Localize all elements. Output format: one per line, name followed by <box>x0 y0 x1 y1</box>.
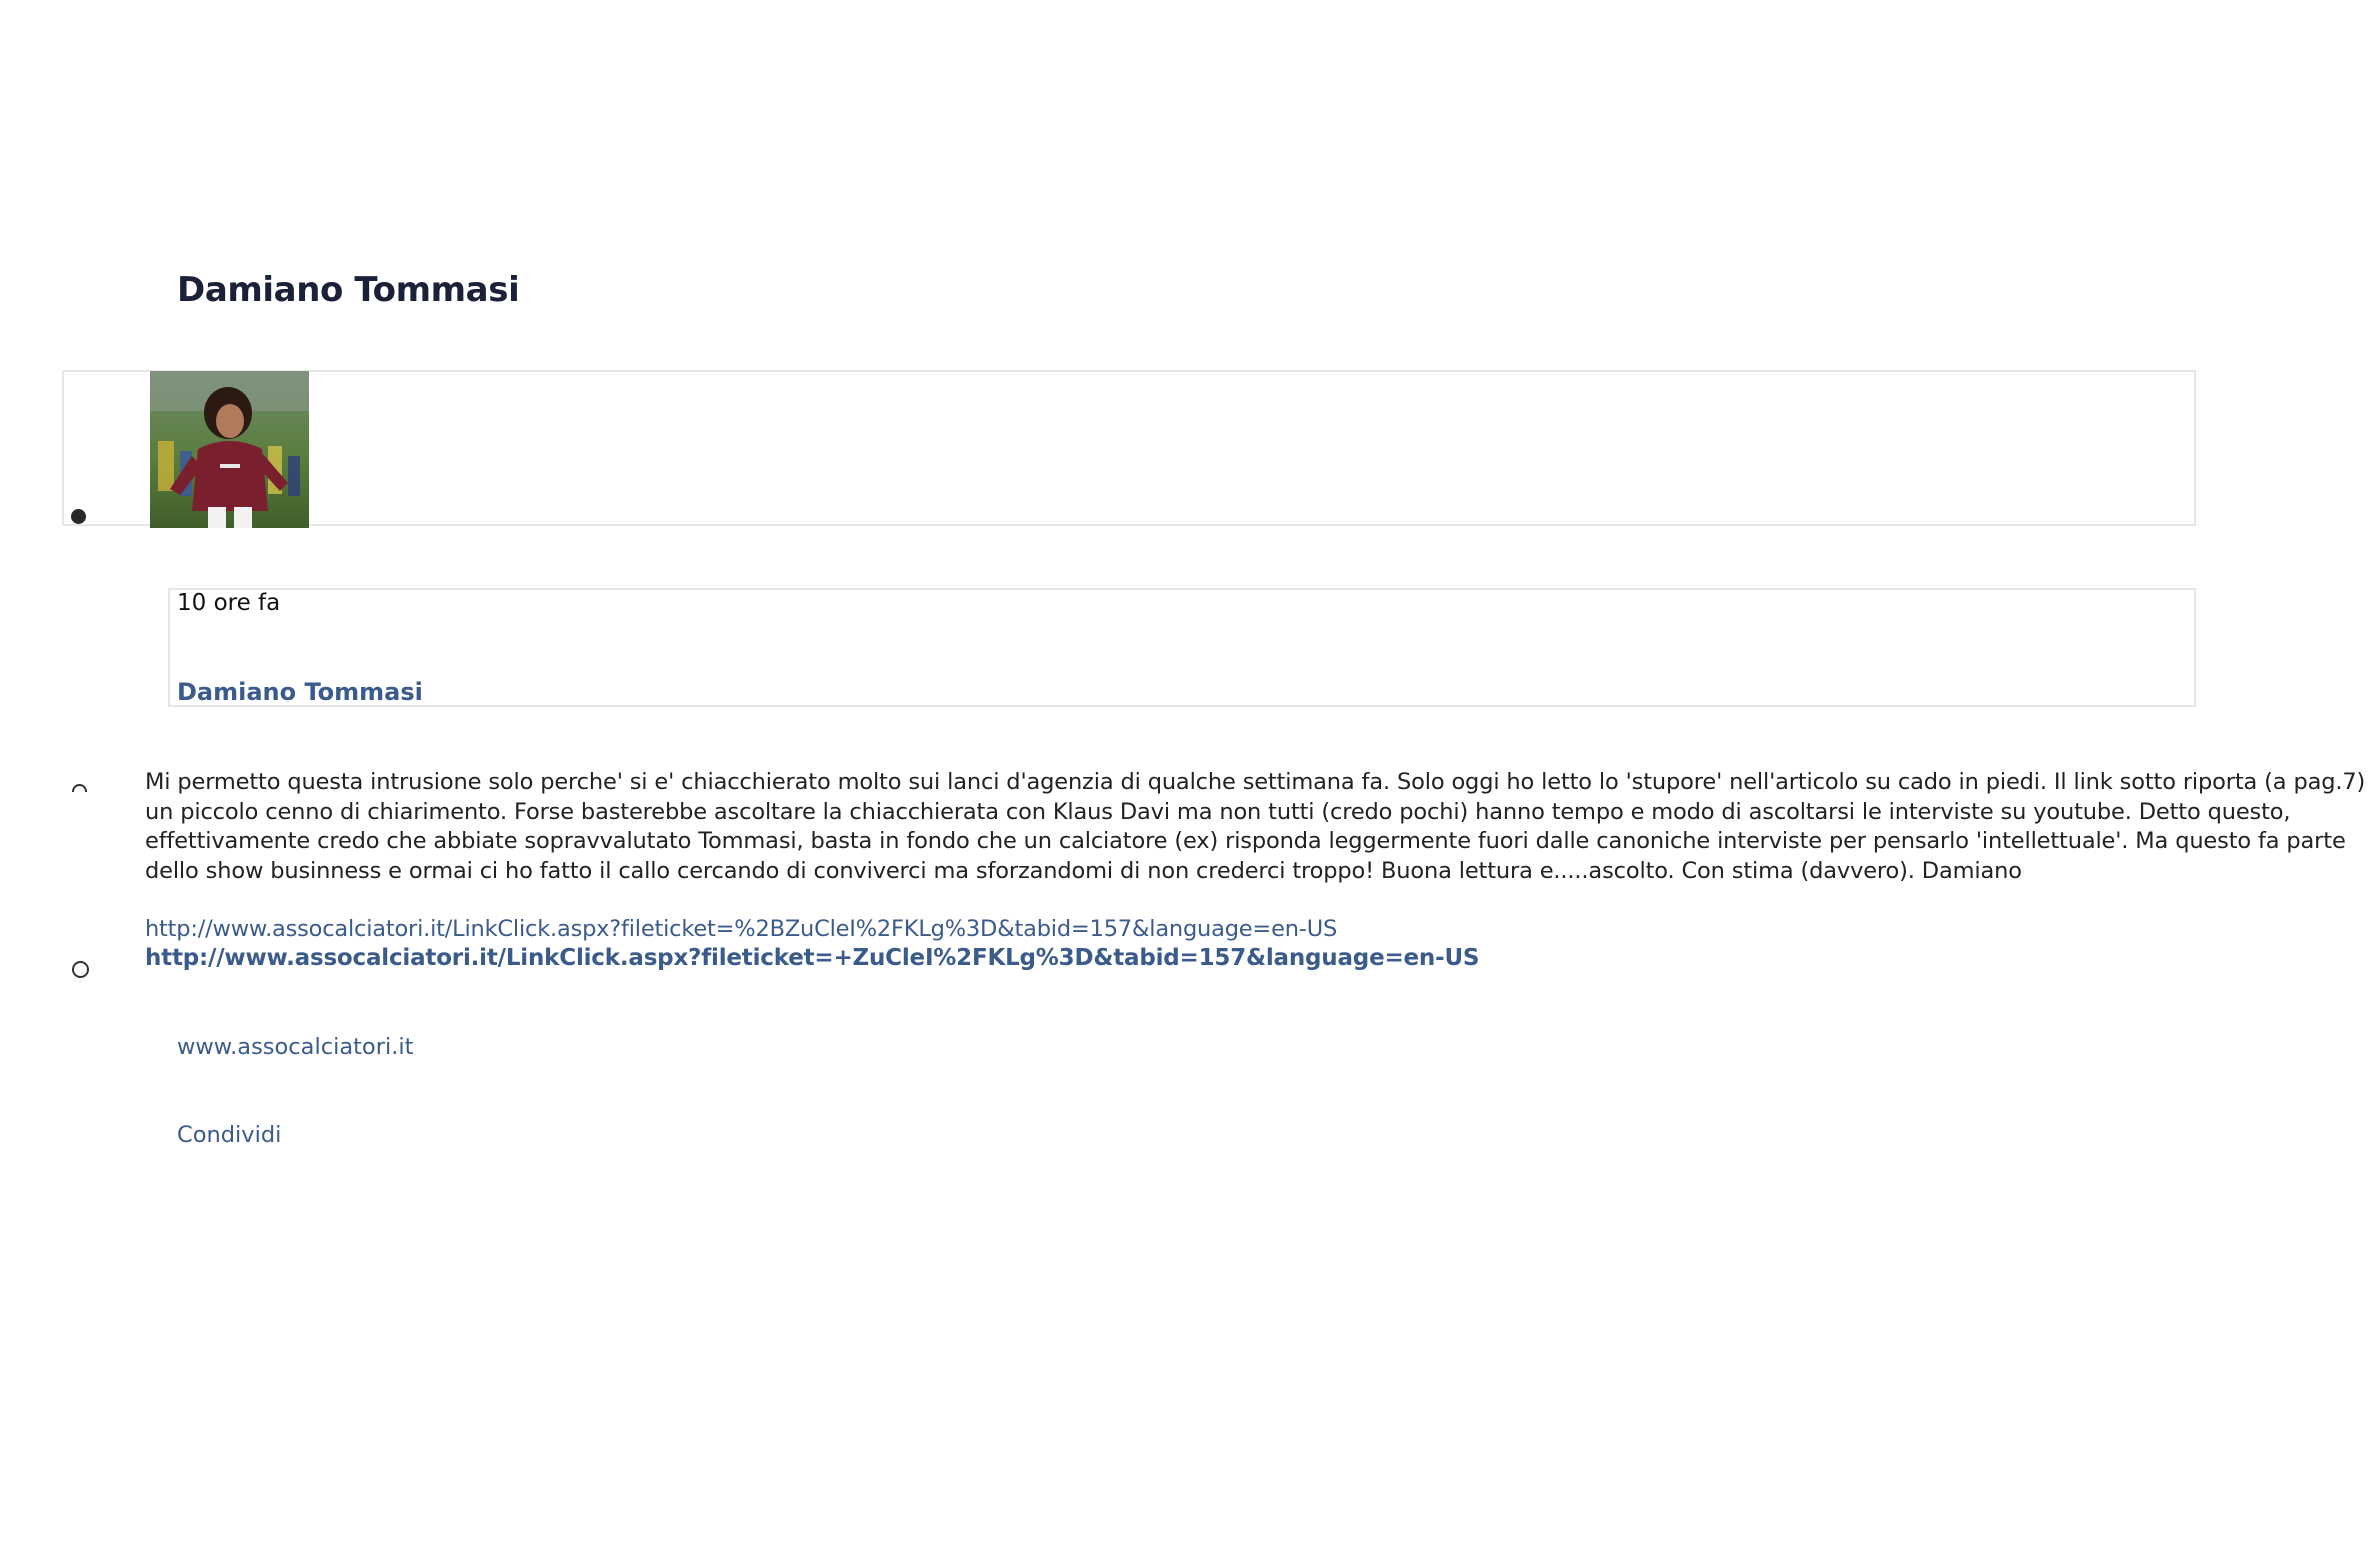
comment-line: dello show businness e ormai ci ho fatto… <box>145 857 2022 884</box>
avatar[interactable] <box>150 371 309 528</box>
comment-line: Mi permetto questa intrusione solo perch… <box>145 769 2366 795</box>
attachment-url-link[interactable]: http://www.assocalciatori.it/LinkClick.a… <box>145 916 1337 942</box>
comment-line: un piccolo cenno di chiarimento. Forse b… <box>145 798 2291 825</box>
attachment-title-link[interactable]: http://www.assocalciatori.it/LinkClick.a… <box>145 945 1479 971</box>
list-bullet-icon <box>72 784 87 792</box>
photo-container <box>62 370 2196 526</box>
list-bullet-icon <box>72 961 89 978</box>
author-link[interactable]: Damiano Tommasi <box>177 678 423 706</box>
comment-line: effettivamente credo che abbiate sopravv… <box>145 828 2346 854</box>
post-timestamp: 10 ore fa <box>177 590 281 616</box>
attachment-domain-link[interactable]: www.assocalciatori.it <box>177 1034 413 1060</box>
page-title: Damiano Tommasi <box>177 270 520 310</box>
post-page: Damiano Tommasi 10 ore fa Damiano Tommas… <box>0 0 2369 1544</box>
post-meta-container <box>168 588 2196 707</box>
list-bullet-icon <box>71 509 86 524</box>
avatar-photo-icon <box>150 371 309 528</box>
share-button[interactable]: Condividi <box>177 1122 281 1148</box>
comment-body: Mi permetto questa intrusione solo perch… <box>145 768 2366 886</box>
